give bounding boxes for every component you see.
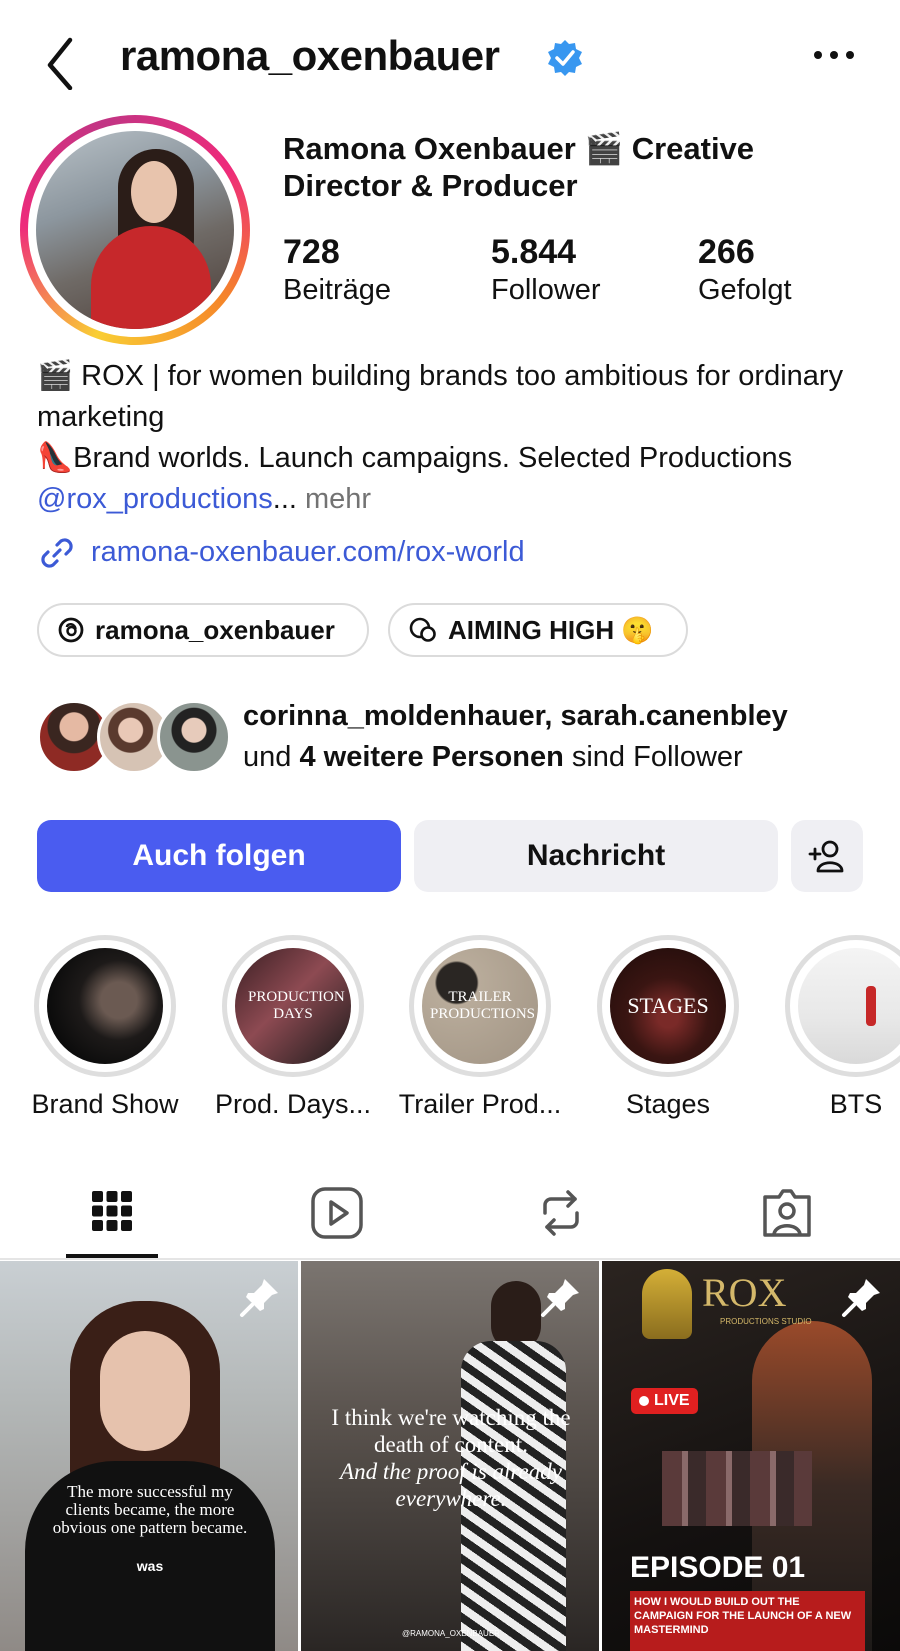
highlight-label: Prod. Days...: [214, 1089, 372, 1119]
tab-posts-grid[interactable]: [82, 1183, 142, 1243]
post-caption: I think we're watching the death of cont…: [331, 1405, 571, 1457]
highlight-cover: [785, 935, 900, 1077]
highlight-label: BTS: [829, 1089, 883, 1119]
post-credit: @RAMONA_OXENBAUER: [402, 1629, 500, 1638]
post-episode-subtitle: HOW I WOULD BUILD OUT THE CAMPAIGN FOR T…: [634, 1596, 852, 1636]
more-options-button[interactable]: [808, 40, 860, 70]
profile-username: ramona_oxenbauer: [120, 32, 500, 79]
stat-posts-label: Beiträge: [283, 274, 392, 306]
profile-website-link[interactable]: ramona-oxenbauer.com/rox-world: [37, 530, 525, 575]
bio-line-2: 👠Brand worlds. Launch campaigns. Selecte…: [37, 438, 877, 520]
pin-icon: [842, 1279, 880, 1317]
suggested-users-button[interactable]: [791, 820, 863, 892]
grid-icon: [92, 1191, 132, 1231]
highlight-overlay-text: TRAILER PRODUCTIONS: [430, 989, 536, 1022]
mutual-followers-names: corinna_moldenhauer, sarah.canenbley: [243, 700, 788, 732]
link-icon: [41, 537, 73, 568]
mutual-follower-avatar: [157, 700, 231, 774]
pin-icon: [541, 1279, 579, 1317]
highlight-cover: PRODUCTION DAYS: [222, 935, 364, 1077]
stat-following[interactable]: 266 Gefolgt: [698, 232, 792, 308]
bio-ellipsis: ...: [272, 483, 297, 515]
stat-followers-count: 5.844: [491, 233, 577, 271]
stat-followers-label: Follower: [491, 274, 601, 306]
highlight-stages[interactable]: STAGES Stages: [583, 935, 753, 1120]
follow-back-button[interactable]: Auch folgen: [37, 820, 401, 892]
bio-mention-link[interactable]: @rox_productions: [37, 483, 273, 515]
bio-line-1: 🎬 ROX | for women building brands too am…: [37, 360, 844, 433]
stat-following-count: 266: [698, 233, 755, 271]
chevron-left-icon: [47, 37, 73, 91]
threads-icon: [58, 617, 84, 643]
mutual-followers-avatars[interactable]: [37, 700, 231, 776]
highlight-cover: STAGES: [597, 935, 739, 1077]
highlight-overlay-text: PRODUCTION DAYS: [248, 989, 345, 1022]
back-button[interactable]: [40, 30, 90, 91]
highlight-label: Stages: [625, 1089, 711, 1119]
post-brand: ROX: [702, 1270, 787, 1315]
bio-more-button[interactable]: mehr: [305, 483, 371, 515]
mutual-followers-text[interactable]: corinna_moldenhauer, sarah.canenbley und…: [243, 696, 883, 778]
profile-header: ramona_oxenbauer: [0, 20, 900, 100]
highlight-overlay-text: STAGES: [627, 993, 709, 1018]
add-user-icon: [808, 840, 844, 873]
chat-bubble-icon: [409, 617, 436, 642]
mutual-followers-and: und: [243, 741, 300, 773]
highlight-cover: TRAILER PRODUCTIONS: [409, 935, 551, 1077]
note-chip[interactable]: AIMING HIGH 🤫: [388, 603, 688, 657]
mutual-followers-suffix: sind Follower: [563, 741, 743, 773]
bio-line-2-text: 👠Brand worlds. Launch campaigns. Selecte…: [37, 442, 793, 474]
tab-tagged[interactable]: [757, 1183, 817, 1243]
mutual-followers-others: 4 weitere Personen: [299, 741, 564, 773]
post-brand-sub: PRODUCTIONS STUDIO: [720, 1317, 812, 1326]
stat-followers[interactable]: 5.844 Follower: [491, 232, 601, 308]
threads-chip-label: ramona_oxenbauer: [95, 614, 335, 645]
post-caption: The more successful my clients became, t…: [52, 1482, 248, 1537]
post-caption-italic: And the proof is already everywhere.: [340, 1459, 562, 1511]
profile-bio: 🎬 ROX | for women building brands too am…: [37, 356, 877, 520]
live-badge: LIVE: [631, 1388, 698, 1414]
highlight-label: Trailer Prod...: [398, 1089, 562, 1119]
highlight-brand-show[interactable]: Brand Show: [20, 935, 190, 1120]
stat-following-label: Gefolgt: [698, 274, 792, 306]
post-tile[interactable]: I think we're watching the death of cont…: [301, 1261, 599, 1651]
tagged-icon: [763, 1189, 811, 1237]
stat-posts[interactable]: 728 Beiträge: [283, 232, 391, 308]
post-subcaption: was: [136, 1558, 164, 1574]
highlight-prod-days[interactable]: PRODUCTION DAYS Prod. Days...: [208, 935, 378, 1120]
post-tile[interactable]: ROX PRODUCTIONS STUDIO LIVE EPISODE 01 H…: [602, 1261, 900, 1651]
message-button[interactable]: Nachricht: [414, 820, 778, 892]
profile-avatar-story-ring[interactable]: [20, 115, 250, 345]
note-chip-label: AIMING HIGH 🤫: [448, 614, 654, 645]
profile-avatar: [36, 131, 234, 329]
website-url: ramona-oxenbauer.com/rox-world: [91, 536, 525, 568]
live-badge-label: LIVE: [654, 1392, 690, 1409]
reels-icon: [311, 1187, 363, 1239]
highlight-bts[interactable]: BTS: [771, 935, 900, 1120]
post-episode-title: EPISODE 01: [630, 1551, 806, 1584]
more-horizontal-icon: [814, 51, 854, 59]
profile-content-tabs: [0, 1165, 900, 1260]
tab-reels[interactable]: [307, 1183, 367, 1243]
stat-posts-count: 728: [283, 233, 340, 271]
threads-chip[interactable]: ramona_oxenbauer: [37, 603, 369, 657]
highlight-label: Brand Show: [31, 1089, 179, 1119]
profile-display-name: Ramona Oxenbauer 🎬 Creative Director & P…: [283, 131, 755, 203]
pin-icon: [240, 1279, 278, 1317]
tabs-divider: [0, 1258, 900, 1260]
highlight-cover: [34, 935, 176, 1077]
post-tile[interactable]: The more successful my clients became, t…: [0, 1261, 298, 1651]
verified-badge-icon: [548, 40, 582, 76]
highlight-trailer-prod[interactable]: TRAILER PRODUCTIONS Trailer Prod...: [395, 935, 565, 1120]
tab-reposts[interactable]: [531, 1183, 591, 1243]
repost-icon: [543, 1190, 579, 1236]
